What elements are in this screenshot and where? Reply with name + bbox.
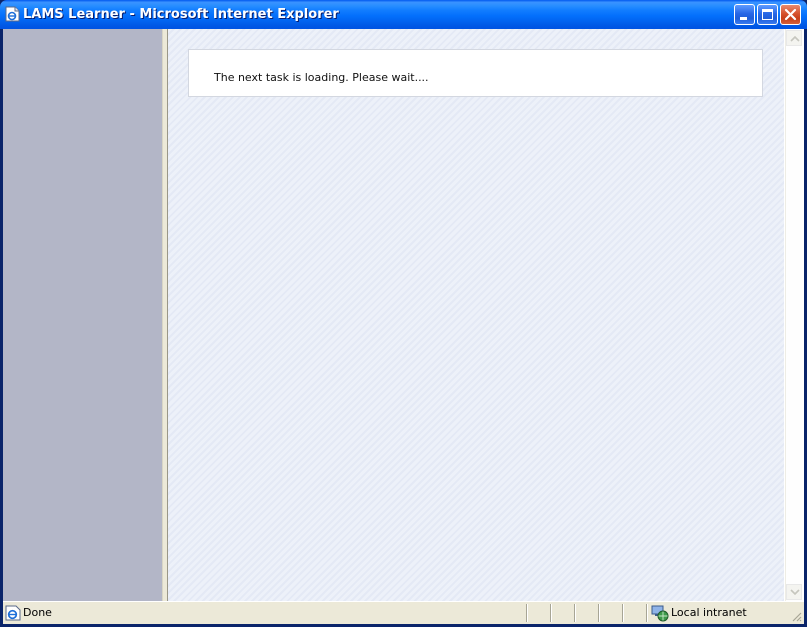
local-intranet-icon [651, 605, 669, 622]
close-icon [784, 8, 797, 21]
window-title: LAMS Learner - Microsoft Internet Explor… [23, 7, 339, 22]
scroll-up-button[interactable] [786, 30, 802, 46]
security-zone-label: Local intranet [671, 606, 747, 619]
status-pane-divider [646, 604, 648, 622]
minimize-button[interactable] [734, 4, 755, 25]
close-button[interactable] [780, 4, 801, 25]
status-pane-divider [574, 604, 576, 622]
scroll-down-button[interactable] [786, 584, 802, 600]
status-pane-divider [526, 604, 528, 622]
status-pane-divider [622, 604, 624, 622]
main-content-frame: The next task is loading. Please wait...… [168, 29, 784, 601]
status-pane-divider [598, 604, 600, 622]
browser-window: LAMS Learner - Microsoft Internet Explor… [0, 0, 807, 627]
ie-page-icon [5, 605, 21, 621]
maximize-icon [762, 9, 773, 20]
title-bar[interactable]: LAMS Learner - Microsoft Internet Explor… [0, 0, 807, 29]
ie-page-icon [5, 6, 20, 22]
loading-message: The next task is loading. Please wait...… [214, 71, 429, 84]
arrow-up-icon [790, 35, 800, 42]
resize-grip-icon[interactable] [790, 610, 802, 622]
loading-message-box: The next task is loading. Please wait...… [188, 49, 763, 97]
vertical-scrollbar[interactable] [785, 29, 802, 601]
left-navigation-frame [3, 29, 162, 601]
status-pane-divider [550, 604, 552, 622]
browser-client-area: The next task is loading. Please wait...… [3, 29, 804, 601]
status-text: Done [23, 606, 52, 619]
status-bar: Done Local intranet [3, 601, 804, 624]
arrow-down-icon [790, 589, 800, 596]
maximize-button[interactable] [757, 4, 778, 25]
minimize-icon [740, 17, 747, 20]
